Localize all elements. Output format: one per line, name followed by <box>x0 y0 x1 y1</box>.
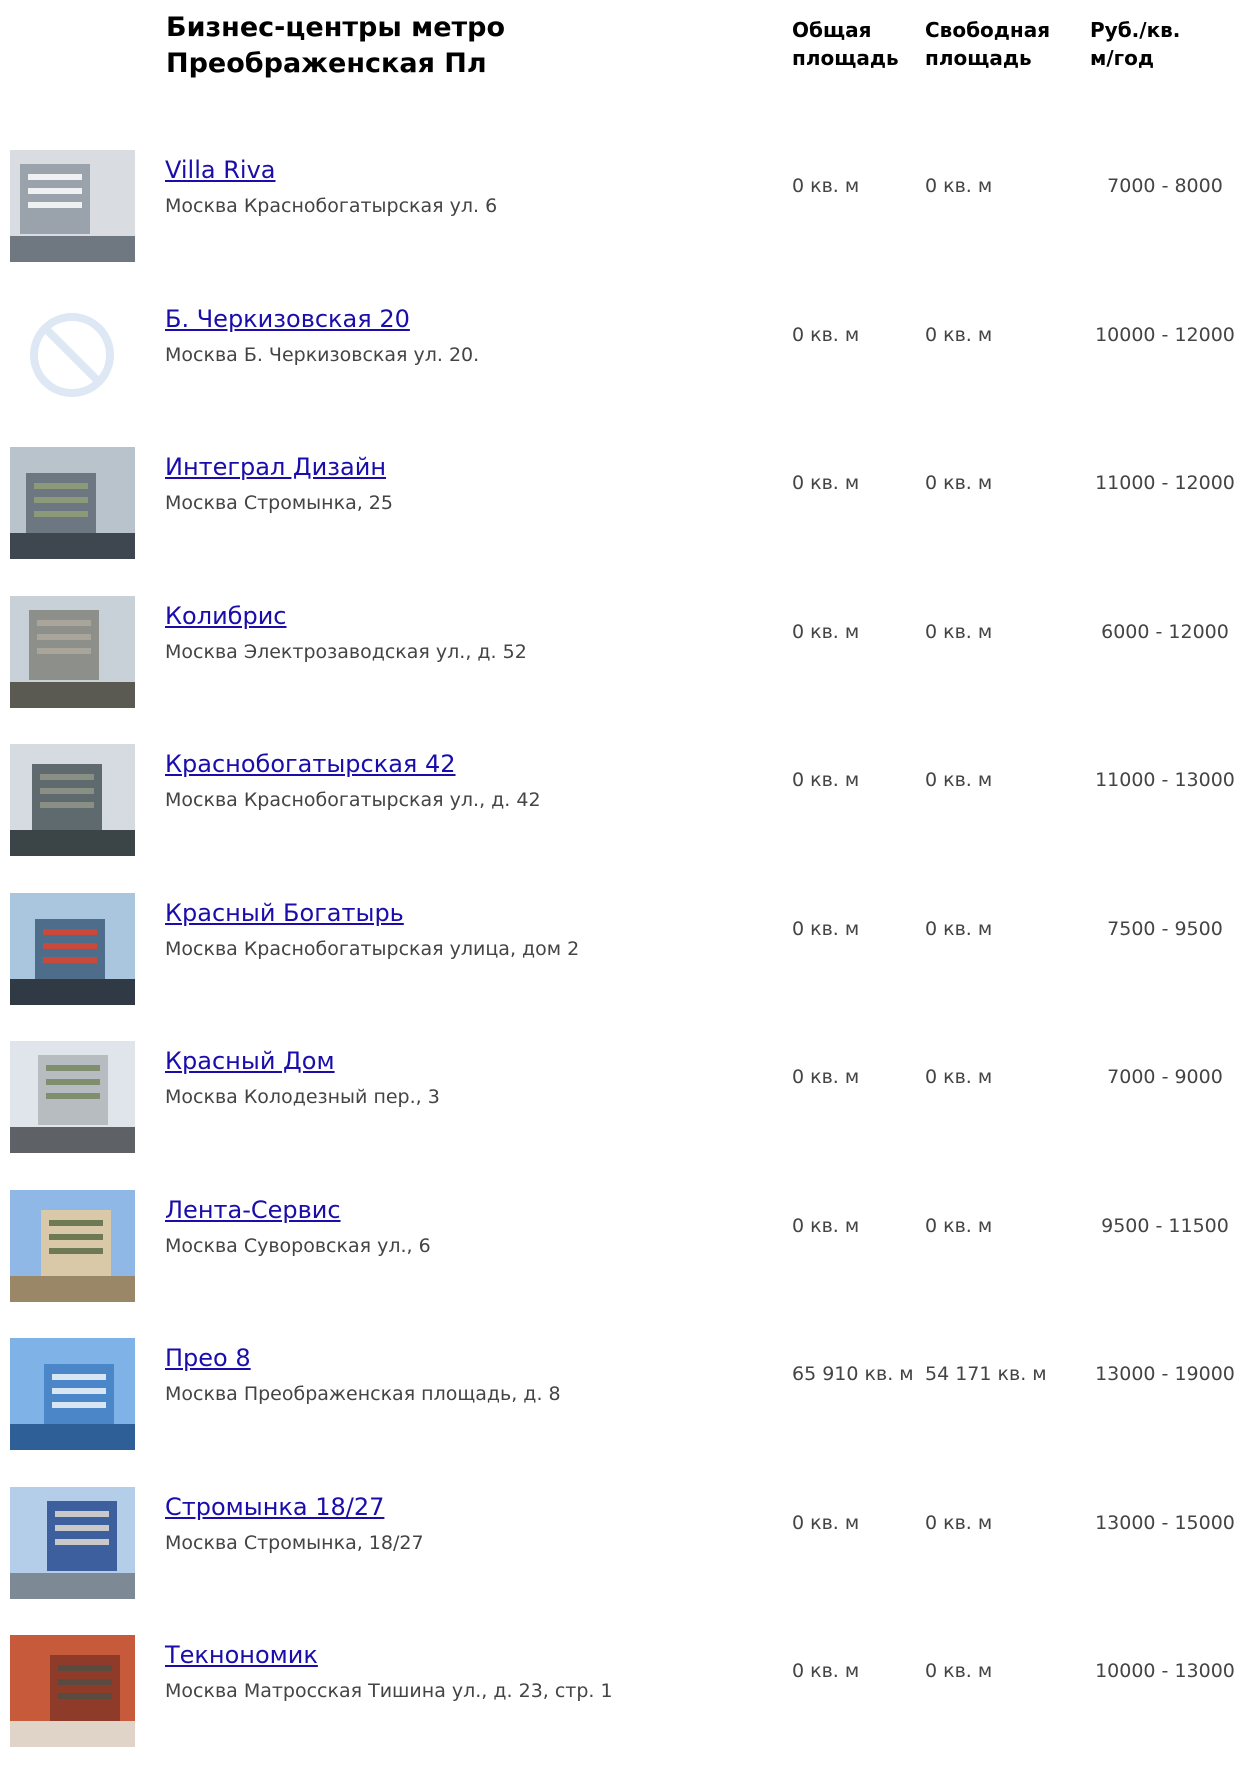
total-area-value: 0 кв. м <box>792 1215 860 1237</box>
business-center-address: Москва Электрозаводская ул., д. 52 <box>165 641 527 663</box>
business-center-link[interactable]: Стромынка 18/27 <box>165 1491 384 1523</box>
business-center-address: Москва Краснобогатырская ул., д. 42 <box>165 789 541 811</box>
table-row: Стромынка 18/27 Москва Стромынка, 18/27 0 … <box>0 1487 1241 1635</box>
price-value: 13000 - 15000 <box>1095 1512 1235 1534</box>
table-row: Villa Riva Москва Краснобогатырская ул. 6… <box>0 150 1241 298</box>
building-photo <box>10 1190 135 1302</box>
business-center-link[interactable]: Прео 8 <box>165 1342 251 1374</box>
free-area-value: 0 кв. м <box>925 621 993 643</box>
free-area-value: 54 171 кв. м <box>925 1363 1047 1385</box>
business-center-address: Москва Б. Черкизовская ул. 20. <box>165 344 480 366</box>
building-thumbnail[interactable] <box>10 744 135 856</box>
free-area-value: 0 кв. м <box>925 472 993 494</box>
table-row: Лента-Сервис Москва Суворовская ул., 6 0 к… <box>0 1190 1241 1338</box>
business-center-link[interactable]: Лента-Сервис <box>165 1194 341 1226</box>
price-value: 7500 - 9500 <box>1107 918 1223 940</box>
free-area-value: 0 кв. м <box>925 324 993 346</box>
price-value: 6000 - 12000 <box>1101 621 1229 643</box>
price-value: 11000 - 13000 <box>1095 769 1235 791</box>
column-header-total-area: Общая площадь <box>792 18 899 70</box>
price-value: 10000 - 12000 <box>1095 324 1235 346</box>
total-area-value: 0 кв. м <box>792 621 860 643</box>
no-photo-icon <box>10 299 135 411</box>
building-thumbnail[interactable] <box>10 1635 135 1747</box>
total-area-value: 0 кв. м <box>792 1512 860 1534</box>
business-center-link[interactable]: Villa Riva <box>165 154 275 186</box>
building-thumbnail[interactable] <box>10 1041 135 1153</box>
total-area-value: 65 910 кв. м <box>792 1363 914 1385</box>
building-thumbnail[interactable] <box>10 893 135 1005</box>
price-value: 11000 - 12000 <box>1095 472 1235 494</box>
building-photo <box>10 893 135 1005</box>
total-area-value: 0 кв. м <box>792 769 860 791</box>
free-area-value: 0 кв. м <box>925 769 993 791</box>
total-area-value: 0 кв. м <box>792 918 860 940</box>
total-area-value: 0 кв. м <box>792 175 860 197</box>
business-center-address: Москва Матросская Тишина ул., д. 23, стр… <box>165 1680 613 1702</box>
free-area-value: 0 кв. м <box>925 1660 993 1682</box>
total-area-value: 0 кв. м <box>792 324 860 346</box>
building-thumbnail[interactable] <box>10 1190 135 1302</box>
building-photo <box>10 1635 135 1747</box>
total-area-value: 0 кв. м <box>792 1066 860 1088</box>
price-value: 13000 - 19000 <box>1095 1363 1235 1385</box>
price-value: 9500 - 11500 <box>1101 1215 1229 1237</box>
price-value: 7000 - 9000 <box>1107 1066 1223 1088</box>
business-center-link[interactable]: Краснобогатырская 42 <box>165 748 456 780</box>
table-header: Бизнес-центры метро Преображенская Пл Об… <box>0 0 1241 110</box>
page: Бизнес-центры метро Преображенская Пл Об… <box>0 0 1241 1747</box>
business-center-link[interactable]: Интеграл Дизайн <box>165 451 386 483</box>
total-area-value: 0 кв. м <box>792 472 860 494</box>
building-thumbnail[interactable] <box>10 299 135 411</box>
business-center-link[interactable]: Колибрис <box>165 600 287 632</box>
business-center-address: Москва Преображенская площадь, д. 8 <box>165 1383 561 1405</box>
building-thumbnail[interactable] <box>10 1338 135 1450</box>
building-thumbnail[interactable] <box>10 1487 135 1599</box>
column-header-free-area: Свободная площадь <box>925 18 1051 70</box>
business-center-address: Москва Стромынка, 25 <box>165 492 393 514</box>
business-center-address: Москва Колодезный пер., 3 <box>165 1086 440 1108</box>
table-row: Колибрис Москва Электрозаводская ул., д. … <box>0 596 1241 744</box>
column-header-price: Руб./кв. м/год <box>1090 18 1181 70</box>
price-value: 10000 - 13000 <box>1095 1660 1235 1682</box>
table-row: Текнономик Москва Матросская Тишина ул., … <box>0 1635 1241 1783</box>
building-photo <box>10 596 135 708</box>
free-area-value: 0 кв. м <box>925 1215 993 1237</box>
building-photo <box>10 1338 135 1450</box>
business-center-address: Москва Суворовская ул., 6 <box>165 1235 431 1257</box>
business-center-address: Москва Краснобогатырская улица, дом 2 <box>165 938 580 960</box>
table-row: Б. Черкизовская 20 Москва Б. Черкизовская… <box>0 299 1241 447</box>
free-area-value: 0 кв. м <box>925 918 993 940</box>
business-center-link[interactable]: Красный Дом <box>165 1045 335 1077</box>
building-photo <box>10 744 135 856</box>
table-row: Прео 8 Москва Преображенская площадь, д. … <box>0 1338 1241 1486</box>
total-area-value: 0 кв. м <box>792 1660 860 1682</box>
free-area-value: 0 кв. м <box>925 1066 993 1088</box>
building-photo <box>10 447 135 559</box>
price-value: 7000 - 8000 <box>1107 175 1223 197</box>
building-thumbnail[interactable] <box>10 150 135 262</box>
building-photo <box>10 1041 135 1153</box>
business-center-link[interactable]: Б. Черкизовская 20 <box>165 303 410 335</box>
table-row: Краснобогатырская 42 Москва Краснобогатыр… <box>0 744 1241 892</box>
building-thumbnail[interactable] <box>10 596 135 708</box>
business-center-link[interactable]: Текнономик <box>165 1639 318 1671</box>
business-center-address: Москва Краснобогатырская ул. 6 <box>165 195 498 217</box>
free-area-value: 0 кв. м <box>925 175 993 197</box>
page-title: Бизнес-центры метро Преображенская Пл <box>166 12 506 79</box>
free-area-value: 0 кв. м <box>925 1512 993 1534</box>
business-center-address: Москва Стромынка, 18/27 <box>165 1532 424 1554</box>
table-row: Красный Богатырь Москва Краснобогатырская… <box>0 893 1241 1041</box>
building-thumbnail[interactable] <box>10 447 135 559</box>
business-center-link[interactable]: Красный Богатырь <box>165 897 404 929</box>
table-row: Красный Дом Москва Колодезный пер., 3 0 кв… <box>0 1041 1241 1189</box>
building-photo <box>10 1487 135 1599</box>
building-photo <box>10 150 135 262</box>
table-row: Интеграл Дизайн Москва Стромынка, 25 0 кв.… <box>0 447 1241 595</box>
